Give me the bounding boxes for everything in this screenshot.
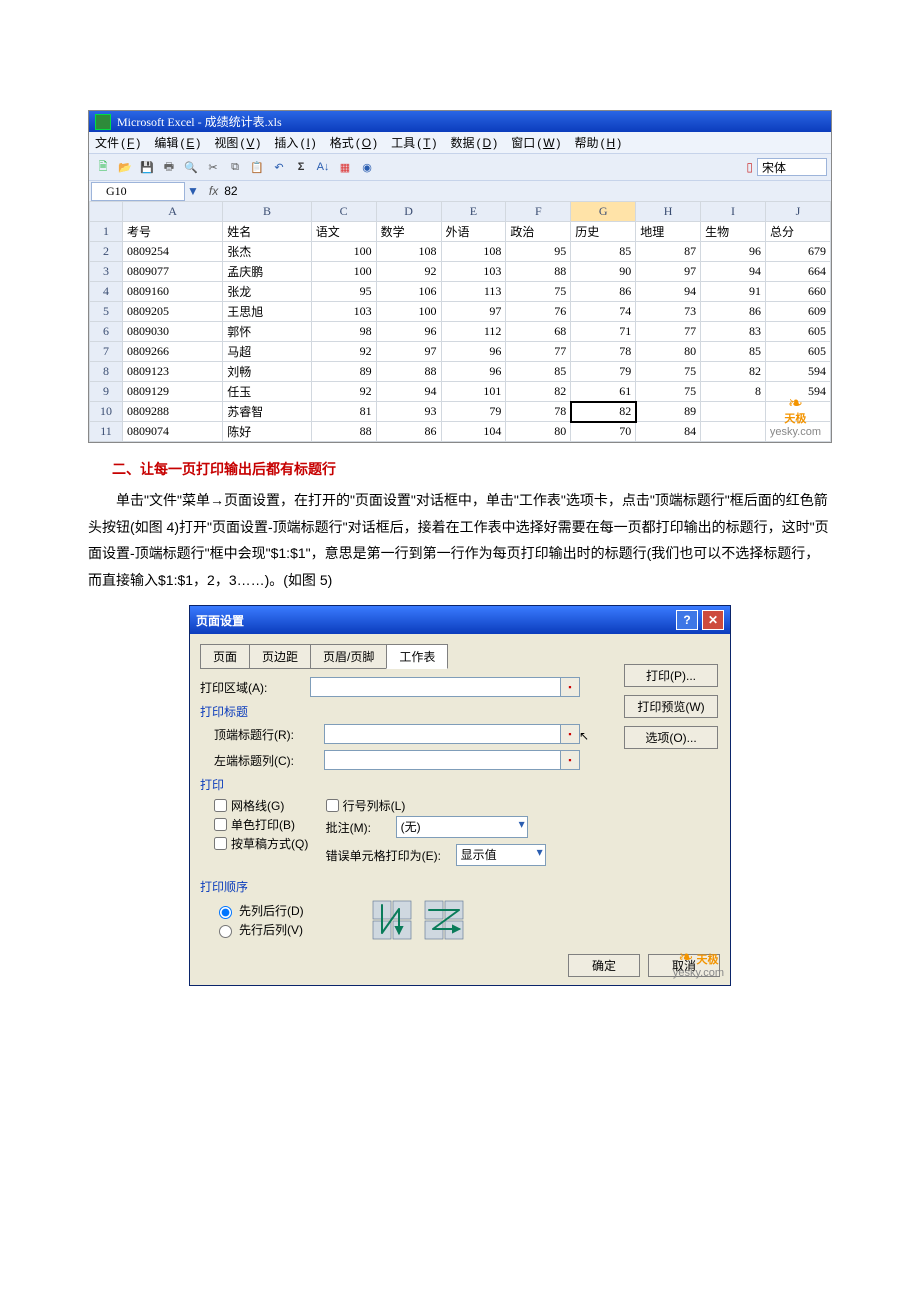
col-hdr-F[interactable]: F [506,202,571,222]
excel-titlebar: Microsoft Excel - 成绩统计表.xls [89,111,831,132]
errors-select[interactable]: 显示值 [456,844,546,866]
article-paragraph: 单击"文件"菜单→页面设置，在打开的"页面设置"对话框中，单击"工作表"选项卡，… [88,487,832,593]
col-hdr-I[interactable]: I [701,202,766,222]
draft-checkbox[interactable]: 按草稿方式(Q) [214,835,308,852]
cut-icon[interactable]: ✂ [203,157,223,177]
col-hdr-J[interactable]: J [765,202,830,222]
print-order-diagram-icon [364,899,474,943]
print-icon[interactable]: 🖶 [159,157,179,177]
open-file-icon[interactable]: 📂 [115,157,135,177]
print-area-label: 打印区域(A): [200,679,310,696]
search-icon[interactable]: 🔍 [181,157,201,177]
menu-insert[interactable]: 插入(I) [274,134,315,151]
table-row: 50809205王思旭1031009776747386609 [90,302,831,322]
autosum-icon[interactable]: Σ [291,157,311,177]
undo-icon[interactable]: ↶ [269,157,289,177]
new-file-icon[interactable]: 🗎 [93,157,113,177]
errors-label: 错误单元格打印为(E): [326,847,456,864]
menu-format[interactable]: 格式(O) [330,134,377,151]
preview-button[interactable]: 打印预览(W) [624,695,718,718]
ok-button[interactable]: 确定 [568,954,640,977]
table-row: 100809288苏睿智819379788289 [90,402,831,422]
excel-title-text: Microsoft Excel - 成绩统计表.xls [117,113,282,130]
menu-view[interactable]: 视图(V) [214,134,260,151]
chart-icon[interactable]: ▦ [335,157,355,177]
table-row: 60809030郭怀989611268717783605 [90,322,831,342]
col-hdr-C[interactable]: C [311,202,376,222]
font-name-input[interactable]: 宋体 [757,158,827,176]
col-hdr-H[interactable]: H [636,202,701,222]
menu-data[interactable]: 数据(D) [451,134,498,151]
menu-edit[interactable]: 编辑(E) [154,134,200,151]
bw-checkbox[interactable]: 单色打印(B) [214,816,308,833]
excel-menubar: 文件(F) 编辑(E) 视图(V) 插入(I) 格式(O) 工具(T) 数据(D… [89,132,831,153]
order-over-radio[interactable]: 先行后列(V) [214,921,304,938]
ref-collapse-icon[interactable]: ▪↖ [560,725,579,743]
excel-window: Microsoft Excel - 成绩统计表.xls 文件(F) 编辑(E) … [88,110,832,443]
help-icon[interactable]: ◉ [357,157,377,177]
left-cols-input[interactable]: ▪ [324,750,580,770]
tab-headerfooter[interactable]: 页眉/页脚 [310,644,387,669]
page-setup-dialog: 页面设置 ? ✕ 页面 页边距 页眉/页脚 工作表 打印(P)... 打印预览(… [189,605,731,986]
table-row: 20809254张杰10010810895858796679 [90,242,831,262]
col-hdr-A[interactable]: A [123,202,223,222]
menu-file[interactable]: 文件(F) [95,134,140,151]
header-data-row: 1 考号 姓名 语文 数学 外语 政治 历史 地理 生物 总分 [90,222,831,242]
sort-asc-icon[interactable]: A↓ [313,157,333,177]
left-cols-label: 左端标题列(C): [214,752,324,769]
print-titles-label: 打印标题 [200,703,580,720]
dialog-help-button[interactable]: ? [676,610,698,630]
font-selector[interactable]: ▯ 宋体 [746,158,827,176]
select-all-cell[interactable] [90,202,123,222]
table-row: 40809160张龙9510611375869491660 [90,282,831,302]
print-button[interactable]: 打印(P)... [624,664,718,687]
col-hdr-E[interactable]: E [441,202,506,222]
col-hdr-D[interactable]: D [376,202,441,222]
col-hdr-G[interactable]: G [571,202,636,222]
dialog-close-button[interactable]: ✕ [702,610,724,630]
save-icon[interactable]: 💾 [137,157,157,177]
dialog-titlebar[interactable]: 页面设置 ? ✕ [190,606,730,634]
print-section-label: 打印 [200,776,580,793]
menu-help[interactable]: 帮助(H) [575,134,622,151]
ref-collapse-icon[interactable]: ▪ [560,751,579,769]
excel-file-icon [95,114,111,130]
tab-margins[interactable]: 页边距 [249,644,311,669]
copy-icon[interactable]: ⧉ [225,157,245,177]
table-row: 70809266马超92979677788085605 [90,342,831,362]
name-box[interactable]: G10 [91,182,185,201]
menu-window[interactable]: 窗口(W) [511,134,560,151]
order-label: 打印顺序 [200,878,580,895]
cancel-button[interactable]: 取消 [648,954,720,977]
namebox-row: G10 ▼ fx 82 [89,181,831,201]
gridlines-checkbox[interactable]: 网格线(G) [214,797,308,814]
ref-collapse-icon[interactable]: ▪ [560,678,579,696]
top-rows-label: 顶端标题行(R): [214,726,324,743]
tab-sheet[interactable]: 工作表 [386,644,448,669]
col-hdr-B[interactable]: B [223,202,311,222]
comments-label: 批注(M): [326,819,396,836]
tab-page[interactable]: 页面 [200,644,250,669]
fx-icon[interactable]: fx [209,184,218,198]
options-button[interactable]: 选项(O)... [624,726,718,749]
table-row: 90809129任玉92941018261758594 [90,382,831,402]
paste-icon[interactable]: 📋 [247,157,267,177]
excel-standard-toolbar: 🗎 📂 💾 🖶 🔍 ✂ ⧉ 📋 ↶ Σ A↓ ▦ ◉ ▯ 宋体 [89,153,831,181]
top-rows-input[interactable]: ▪↖ [324,724,580,744]
table-row: 110809074陈好8886104807084 [90,422,831,442]
table-row: 30809077孟庆鹏1009210388909794664 [90,262,831,282]
comments-select[interactable]: (无) [396,816,528,838]
menu-tools[interactable]: 工具(T) [391,134,436,151]
table-row: 80809123刘畅89889685797582594 [90,362,831,382]
spreadsheet-grid[interactable]: A B C D E F G H I J 1 考号 姓名 语文 数学 外语 政治 … [89,201,831,442]
dialog-title-text: 页面设置 [196,612,244,629]
order-down-radio[interactable]: 先列后行(D) [214,902,304,919]
section-heading: 二、让每一页打印输出后都有标题行 [112,459,832,479]
rowcol-checkbox[interactable]: 行号列标(L) [326,797,546,814]
print-area-input[interactable]: ▪ [310,677,580,697]
formula-bar-value[interactable]: 82 [224,184,237,198]
